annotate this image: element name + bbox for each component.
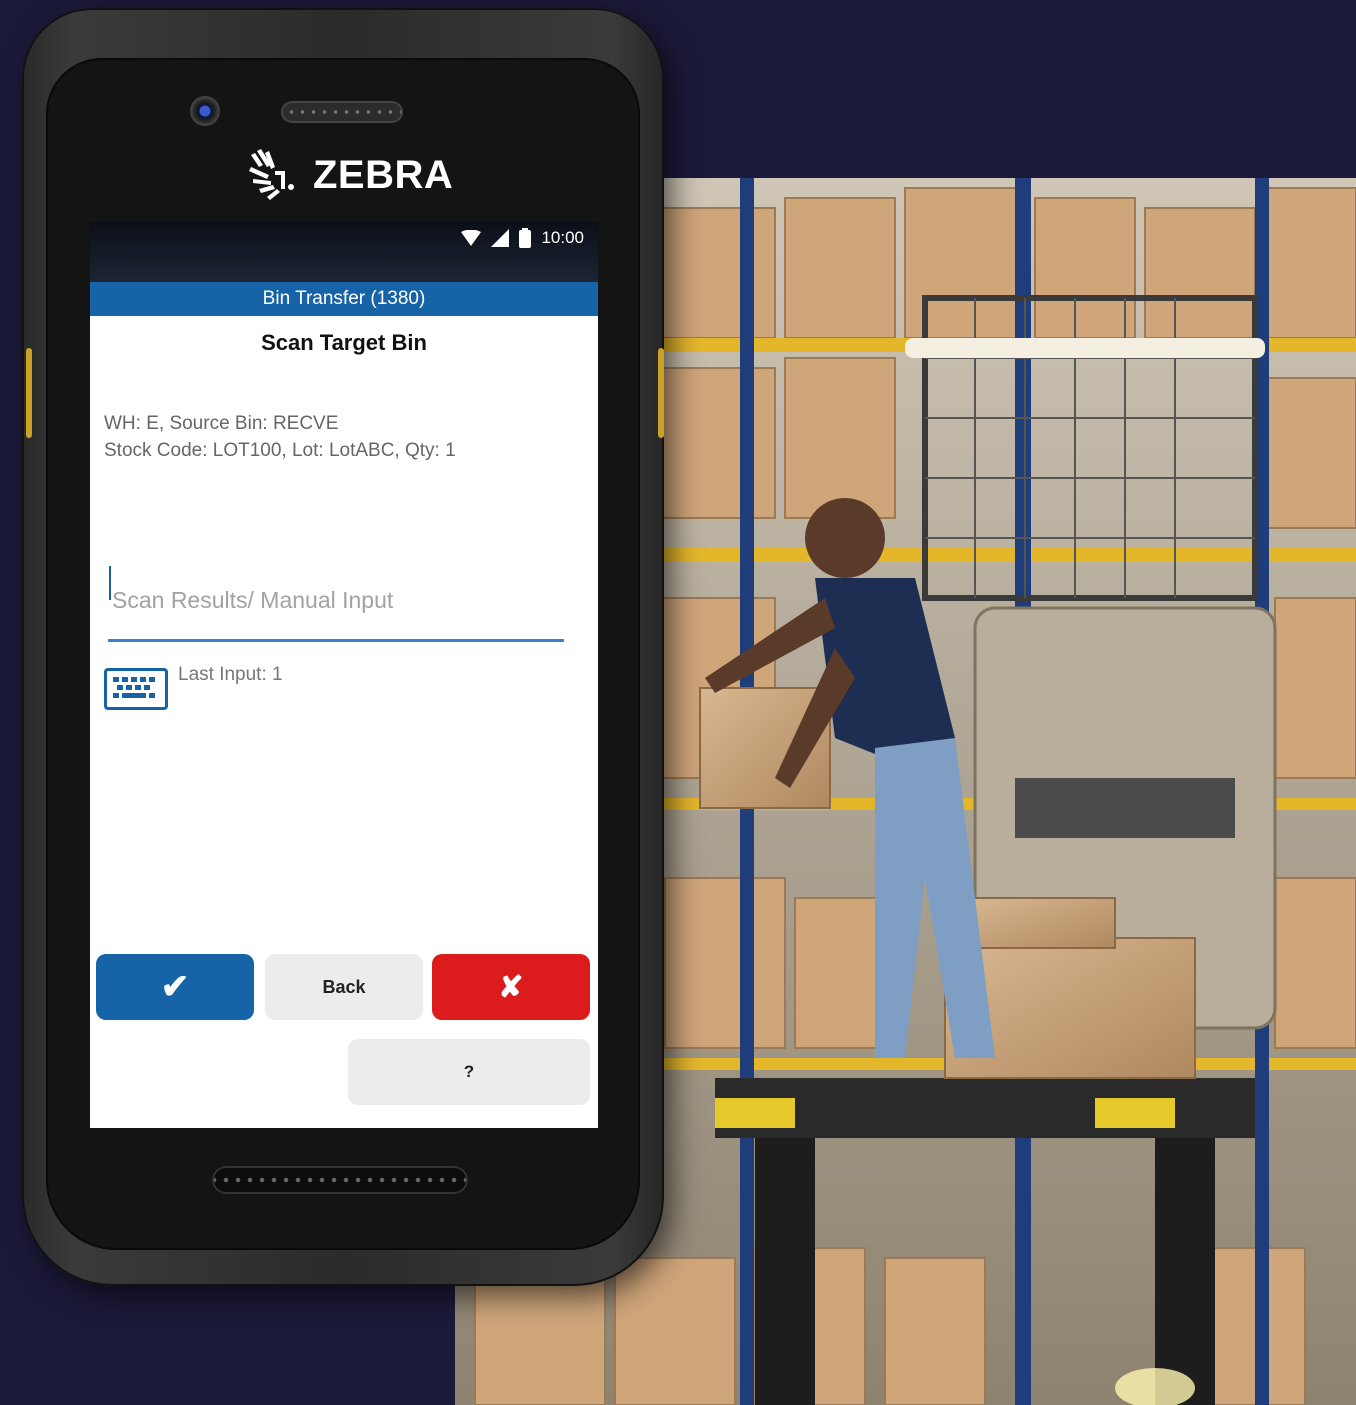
last-input-label: Last Input: 1 (178, 664, 283, 685)
app-title: Bin Transfer (1380) (262, 288, 426, 309)
side-scan-key[interactable] (26, 348, 32, 438)
scan-input[interactable] (108, 562, 564, 642)
app-title-bar: Bin Transfer (1380) (90, 282, 598, 316)
camera-icon (190, 96, 220, 126)
zebra-brand: ZEBRA (245, 145, 453, 205)
cancel-button[interactable]: ✘ (432, 954, 590, 1020)
transfer-info: WH: E, Source Bin: RECVE Stock Code: LOT… (104, 410, 456, 464)
close-icon: ✘ (498, 970, 524, 1004)
back-button[interactable]: Back (265, 954, 423, 1020)
help-button[interactable]: ? (348, 1039, 590, 1105)
signal-icon (491, 229, 510, 247)
speaker-grille (212, 1166, 468, 1194)
keyboard-icon (113, 677, 155, 698)
text-cursor (109, 566, 111, 600)
earpiece-grille (281, 101, 403, 123)
wifi-icon (461, 230, 482, 246)
keyboard-button[interactable] (104, 668, 168, 710)
device-screen: 10:00 Bin Transfer (1380) Scan Target Bi… (90, 222, 598, 1128)
check-icon: ✔ (160, 968, 190, 1006)
zebra-logo-icon (249, 149, 294, 200)
brand-name: ZEBRA (313, 152, 454, 197)
info-line-stock: Stock Code: LOT100, Lot: LotABC, Qty: 1 (104, 440, 456, 461)
status-time: 10:00 (541, 228, 584, 247)
status-bar: 10:00 (90, 222, 598, 282)
page-heading: Scan Target Bin (261, 330, 427, 355)
confirm-button[interactable]: ✔ (96, 954, 254, 1020)
side-scan-key-right[interactable] (658, 348, 664, 438)
info-line-warehouse: WH: E, Source Bin: RECVE (104, 413, 339, 434)
battery-icon (519, 228, 532, 248)
